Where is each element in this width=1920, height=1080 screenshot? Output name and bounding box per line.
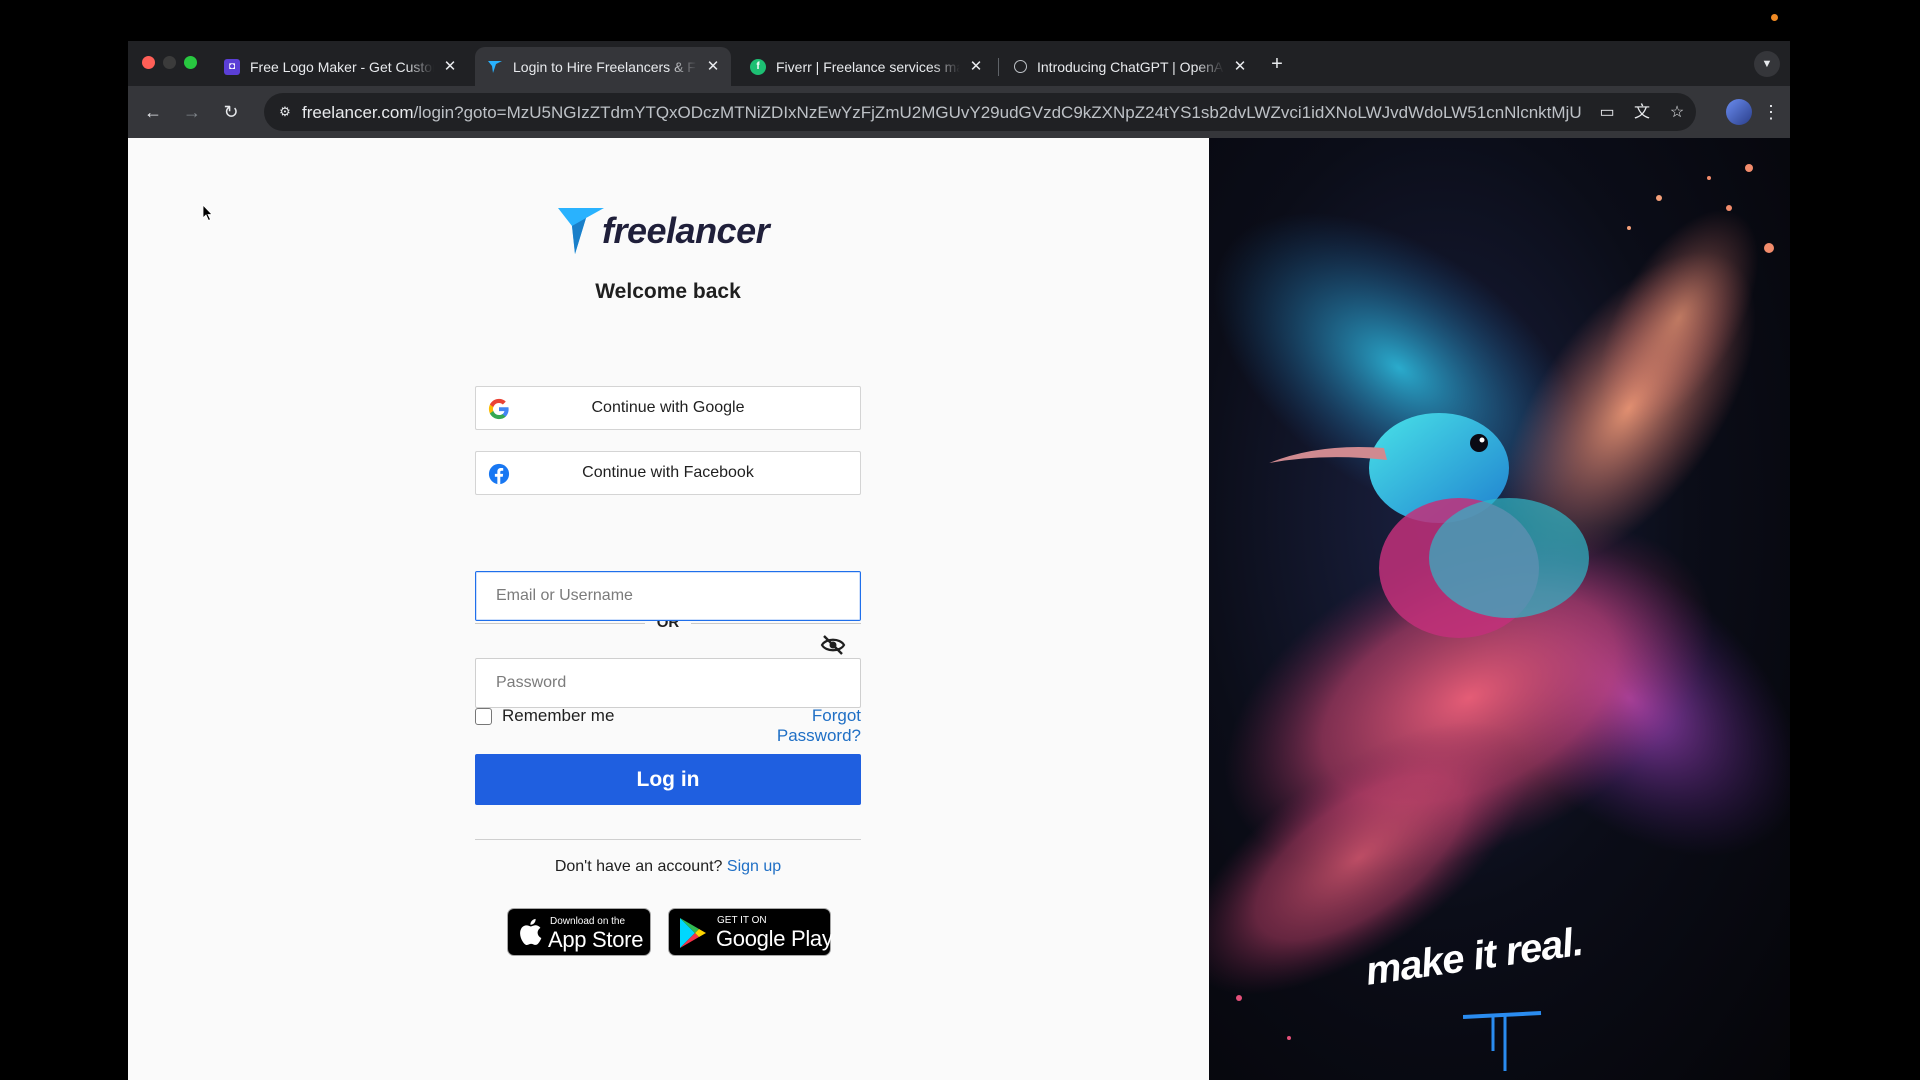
facebook-icon: [488, 463, 510, 485]
url-path: /login?goto=MzU5NGIzZTdmYTQxODczMTNiZDIx…: [413, 103, 1583, 122]
remember-me-label[interactable]: Remember me: [502, 706, 614, 726]
freelancer-bird-icon: [558, 208, 604, 254]
continue-with-google-button[interactable]: Continue with Google: [475, 386, 861, 430]
kebab-menu-icon[interactable]: ⋮: [1762, 99, 1780, 125]
translate-icon[interactable]: 文: [1631, 102, 1653, 124]
address-bar[interactable]: ⚙ freelancer.com/login?goto=MzU5NGIzZTdm…: [264, 93, 1696, 131]
reload-icon[interactable]: ↻: [218, 99, 244, 125]
bookmark-star-icon[interactable]: ☆: [1666, 102, 1688, 124]
openai-icon: [1014, 60, 1027, 73]
signup-row: Don't have an account? Sign up: [475, 858, 861, 876]
or-line-right: [691, 623, 861, 624]
tab-logo-maker[interactable]: ◘ Free Logo Maker - Get Custom ✕: [212, 47, 468, 86]
new-tab-button[interactable]: +: [1264, 51, 1290, 77]
signup-prompt: Don't have an account?: [554, 858, 723, 875]
back-arrow-icon[interactable]: ←: [140, 99, 166, 125]
google-play-small-text: GET IT ON: [717, 915, 767, 926]
google-play-big-text: Google Play: [716, 926, 833, 951]
google-icon: [488, 398, 509, 420]
minimize-window-button[interactable]: [163, 56, 176, 69]
profile-avatar[interactable]: [1726, 99, 1752, 125]
url-host: freelancer.com: [302, 103, 414, 122]
site-settings-icon[interactable]: ⚙: [276, 103, 294, 121]
tab-title: Free Logo Maker - Get Custom: [250, 58, 434, 75]
maximize-window-button[interactable]: [184, 56, 197, 69]
page-content: freelancer Welcome back Continue with Go…: [128, 138, 1790, 1080]
tab-title: Login to Hire Freelancers & Fi: [513, 58, 697, 75]
close-tab-icon[interactable]: ✕: [442, 58, 458, 75]
email-field[interactable]: [475, 571, 861, 621]
remember-me-checkbox[interactable]: [475, 707, 492, 725]
tab-title: Introducing ChatGPT | OpenAI: [1037, 58, 1224, 75]
freelancer-icon: [487, 59, 503, 75]
install-app-icon[interactable]: ▭: [1596, 102, 1618, 124]
tab-search-chevron-icon[interactable]: ▼: [1754, 51, 1780, 77]
hide-password-eye-icon[interactable]: [820, 634, 846, 656]
notification-dot: [1771, 14, 1778, 21]
google-button-label: Continue with Google: [591, 399, 745, 416]
divider: [475, 839, 861, 840]
url-text[interactable]: freelancer.com/login?goto=MzU5NGIzZTdmYT…: [302, 103, 1582, 123]
google-play-icon: [680, 918, 706, 948]
fiverr-icon: f: [750, 58, 766, 75]
freelancer-logo[interactable]: freelancer: [558, 204, 780, 258]
close-tab-icon[interactable]: ✕: [1232, 58, 1248, 75]
page-title: Welcome back: [595, 280, 741, 303]
login-panel: freelancer Welcome back Continue with Go…: [128, 138, 1209, 1080]
browser-window: ◘ Free Logo Maker - Get Custom ✕ Login t…: [128, 41, 1790, 1080]
forgot-password-link[interactable]: Forgot Password?: [728, 706, 861, 746]
app-store-small-text: Download on the: [550, 916, 626, 927]
tagline-underline-drip: [1463, 1011, 1542, 1071]
tab-strip: ◘ Free Logo Maker - Get Custom ✕ Login t…: [128, 41, 1790, 86]
tab-separator: [998, 58, 999, 76]
browser-toolbar: ← → ↻ ⚙ freelancer.com/login?goto=MzU5NG…: [128, 86, 1790, 138]
apple-icon: [520, 918, 542, 945]
tab-chatgpt[interactable]: Introducing ChatGPT | OpenAI ✕: [1002, 47, 1258, 86]
mouse-cursor-icon: [203, 205, 213, 221]
app-store-big-text: App Store: [548, 927, 644, 952]
close-tab-icon[interactable]: ✕: [968, 58, 984, 75]
remember-me-row[interactable]: Remember me: [475, 706, 614, 726]
google-play-badge[interactable]: GET IT ON Google Play: [668, 908, 833, 956]
tab-fiverr[interactable]: f Fiverr | Freelance services ma ✕: [738, 47, 994, 86]
password-field[interactable]: [475, 658, 861, 708]
log-in-button[interactable]: Log in: [475, 754, 861, 805]
sign-up-link[interactable]: Sign up: [727, 858, 781, 875]
facebook-button-label: Continue with Facebook: [582, 464, 754, 481]
logo-maker-icon: ◘: [224, 58, 240, 75]
continue-with-facebook-button[interactable]: Continue with Facebook: [475, 451, 861, 495]
tab-freelancer-login[interactable]: Login to Hire Freelancers & Fi ✕: [475, 47, 731, 86]
tab-title: Fiverr | Freelance services ma: [776, 58, 960, 75]
forward-arrow-icon[interactable]: →: [179, 99, 205, 125]
close-window-button[interactable]: [142, 56, 155, 69]
close-tab-icon[interactable]: ✕: [705, 58, 721, 75]
app-store-badge[interactable]: Download on the App Store: [507, 908, 651, 956]
brand-name: freelancer: [602, 210, 770, 251]
